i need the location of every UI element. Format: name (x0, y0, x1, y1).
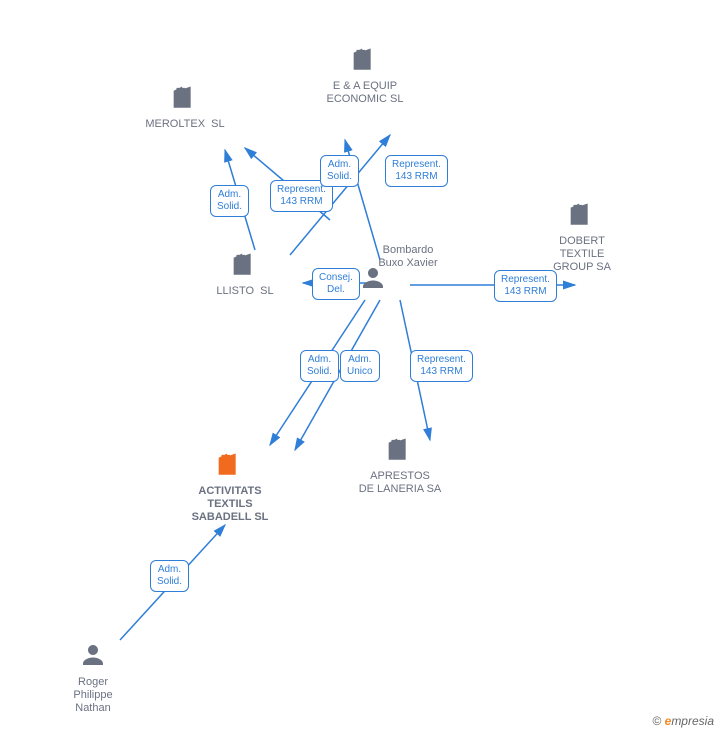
node-meroltex[interactable]: MEROLTEX SL (135, 78, 235, 131)
node-label: Roger Philippe Nathan (43, 676, 143, 715)
node-label: E & A EQUIP ECONOMIC SL (315, 80, 415, 106)
node-aprestos[interactable]: APRESTOS DE LANERIA SA (350, 430, 450, 496)
node-eaequip[interactable]: E & A EQUIP ECONOMIC SL (315, 40, 415, 106)
rel-adm-solid-roger[interactable]: Adm. Solid. (150, 560, 189, 592)
rel-adm-unico[interactable]: Adm. Unico (340, 350, 380, 382)
company-icon (195, 245, 295, 283)
company-icon (135, 78, 235, 116)
rel-represent-aprestos[interactable]: Represent. 143 RRM (410, 350, 473, 382)
node-label: ACTIVITATS TEXTILS SABADELL SL (180, 485, 280, 524)
node-activitats[interactable]: ACTIVITATS TEXTILS SABADELL SL (180, 445, 280, 524)
brand-rest: mpresia (671, 714, 714, 728)
company-icon (532, 195, 632, 233)
node-label: LLISTO SL (195, 285, 295, 298)
node-label: DOBERT TEXTILE GROUP SA (532, 235, 632, 274)
company-icon (315, 40, 415, 78)
watermark: © empresia (652, 714, 714, 728)
company-icon (180, 445, 280, 483)
rel-adm-solid-meroltex[interactable]: Adm. Solid. (210, 185, 249, 217)
rel-represent-dobert[interactable]: Represent. 143 RRM (494, 270, 557, 302)
node-label: MEROLTEX SL (135, 118, 235, 131)
copyright-symbol: © (652, 714, 661, 728)
company-icon (350, 430, 450, 468)
node-label: APRESTOS DE LANERIA SA (350, 470, 450, 496)
rel-adm-solid-activitats[interactable]: Adm. Solid. (300, 350, 339, 382)
node-label: Bombardo Buxo Xavier (358, 244, 458, 270)
rel-represent-eaequip[interactable]: Represent. 143 RRM (385, 155, 448, 187)
node-roger[interactable]: Roger Philippe Nathan (43, 640, 143, 715)
node-llisto[interactable]: LLISTO SL (195, 245, 295, 298)
rel-consej-del[interactable]: Consej. Del. (312, 268, 360, 300)
rel-adm-solid-eaequip[interactable]: Adm. Solid. (320, 155, 359, 187)
person-icon (43, 640, 143, 674)
node-dobert[interactable]: DOBERT TEXTILE GROUP SA (532, 195, 632, 274)
